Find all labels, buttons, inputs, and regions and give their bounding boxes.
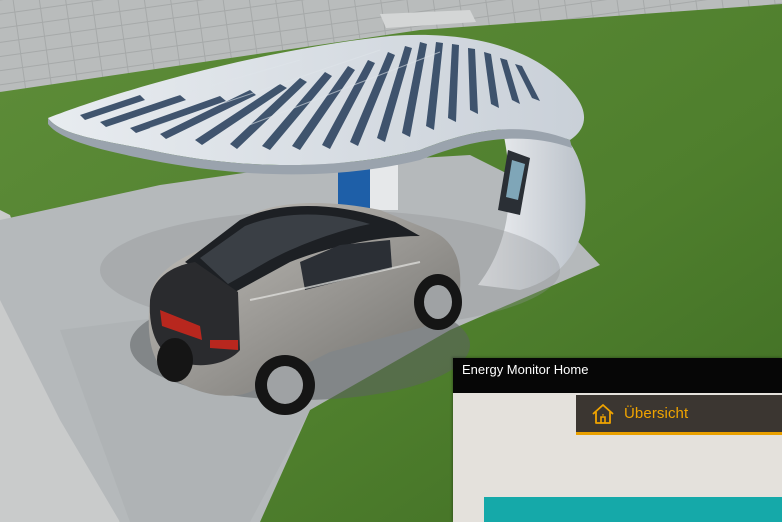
tab-uebersicht[interactable]: Übersicht [576, 395, 782, 435]
window-title: Energy Monitor Home [453, 358, 782, 393]
content-panel [484, 497, 782, 522]
home-icon [592, 403, 614, 424]
energy-monitor-window: Energy Monitor Home Übersicht [453, 358, 782, 522]
tab-uebersicht-label: Übersicht [624, 405, 689, 422]
